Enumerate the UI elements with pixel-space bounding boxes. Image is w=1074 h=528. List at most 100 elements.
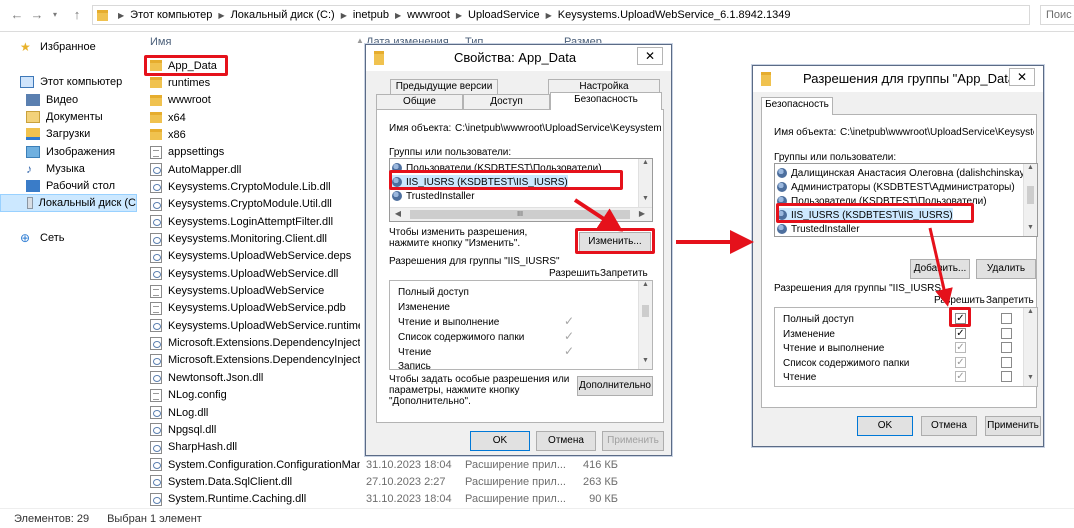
allow-header: Разрешить bbox=[549, 268, 600, 279]
nav-local-disk[interactable]: Локальный диск (C bbox=[0, 194, 137, 212]
nav-music[interactable]: ♪ Музыка bbox=[0, 160, 137, 178]
scroll-thumb[interactable] bbox=[1027, 186, 1034, 204]
file-row[interactable]: appsettings bbox=[150, 144, 360, 161]
nav-favorites[interactable]: ★ Избранное bbox=[0, 38, 137, 56]
breadcrumb-wwwroot[interactable]: wwwroot bbox=[407, 9, 450, 21]
file-row[interactable]: x86 bbox=[150, 126, 360, 143]
ok-button[interactable]: OK bbox=[470, 431, 530, 451]
file-name: Keysystems.UploadWebService.deps bbox=[168, 250, 352, 263]
search-input[interactable]: Поис bbox=[1040, 5, 1074, 25]
column-name[interactable]: Имя bbox=[150, 36, 171, 48]
nav-images[interactable]: Изображения bbox=[0, 143, 137, 161]
nav-video[interactable]: Видео bbox=[0, 91, 137, 109]
file-row[interactable]: Keysystems.UploadWebService.pdb bbox=[150, 300, 360, 317]
file-row[interactable]: System.Configuration.ConfigurationMan... bbox=[150, 456, 360, 473]
groups-listbox[interactable]: Далищинская Анастасия Олеговна (dalishch… bbox=[774, 163, 1038, 237]
chevron-right-icon: ▶ bbox=[455, 10, 463, 20]
address-bar[interactable]: ▶ Этот компьютер ▶ Локальный диск (C:) ▶… bbox=[92, 5, 1030, 25]
tab-security[interactable]: Безопасность bbox=[550, 92, 662, 110]
file-row[interactable]: Keysystems.UploadWebService.runtimec... bbox=[150, 317, 360, 334]
file-row[interactable]: Keysystems.LoginAttemptFilter.dll bbox=[150, 213, 360, 230]
deny-list-folder-checkbox[interactable] bbox=[1001, 357, 1012, 368]
tab-previous-versions[interactable]: Предыдущие версии bbox=[390, 79, 498, 95]
advanced-button[interactable]: Дополнительно bbox=[577, 376, 653, 396]
deny-full-access-checkbox[interactable] bbox=[1001, 313, 1012, 324]
add-button[interactable]: Добавить... bbox=[910, 259, 970, 279]
file-row[interactable]: Microsoft.Extensions.DependencyInjectio.… bbox=[150, 335, 360, 352]
scroll-down-icon[interactable]: ▼ bbox=[1024, 374, 1037, 386]
cancel-button[interactable]: Отмена bbox=[536, 431, 596, 451]
breadcrumb-inetpub[interactable]: inetpub bbox=[353, 9, 389, 21]
close-button[interactable]: ✕ bbox=[1009, 68, 1035, 86]
vertical-scrollbar[interactable]: ▲ ▼ bbox=[1023, 164, 1037, 236]
tab-general[interactable]: Общие bbox=[376, 94, 463, 110]
scroll-left-icon[interactable]: ◀ bbox=[392, 209, 404, 218]
recent-chevron-icon[interactable]: ▾ bbox=[46, 6, 64, 24]
deny-read-checkbox[interactable] bbox=[1001, 371, 1012, 382]
nav-downloads[interactable]: Загрузки bbox=[0, 125, 137, 143]
vertical-scrollbar[interactable]: ▲ ▼ bbox=[1023, 308, 1037, 386]
ok-button[interactable]: OK bbox=[857, 416, 913, 436]
breadcrumb-current-folder[interactable]: Keysystems.UploadWebService_6.1.8942.134… bbox=[558, 9, 791, 21]
file-row[interactable]: Npgsql.dll bbox=[150, 421, 360, 438]
file-row[interactable]: Microsoft.Extensions.DependencyInjectio.… bbox=[150, 352, 360, 369]
nav-desktop[interactable]: Рабочий стол bbox=[0, 177, 137, 195]
list-item-user[interactable]: Далищинская Анастасия Олеговна (dalishch… bbox=[777, 166, 1037, 180]
list-item-trustedinstaller[interactable]: TrustedInstaller bbox=[392, 189, 475, 203]
file-row[interactable]: AutoMapper.dll bbox=[150, 161, 360, 178]
scroll-up-icon[interactable]: ▲ bbox=[1024, 164, 1037, 176]
deny-modify-checkbox[interactable] bbox=[1001, 328, 1012, 339]
scroll-down-icon[interactable]: ▼ bbox=[639, 357, 652, 369]
allow-list-folder-checkbox[interactable]: ✓ bbox=[955, 357, 966, 368]
allow-read-execute-checkbox[interactable]: ✓ bbox=[955, 342, 966, 353]
vertical-scrollbar[interactable]: ▲ ▼ bbox=[638, 159, 652, 207]
file-row[interactable]: runtimes bbox=[150, 74, 360, 91]
scroll-down-icon[interactable]: ▼ bbox=[639, 195, 652, 207]
allow-modify-checkbox[interactable]: ✓ bbox=[955, 328, 966, 339]
scroll-thumb[interactable] bbox=[642, 305, 649, 317]
file-row[interactable]: Keysystems.UploadWebService.dll bbox=[150, 265, 360, 282]
breadcrumb-local-disk[interactable]: Локальный диск (C:) bbox=[231, 9, 335, 21]
list-item-admins[interactable]: Администраторы (KSDBTEST\Администраторы) bbox=[777, 180, 1015, 194]
vertical-scrollbar[interactable]: ▲ ▼ bbox=[638, 281, 652, 369]
scroll-up-icon[interactable]: ▲ bbox=[639, 281, 652, 293]
horizontal-scrollbar[interactable]: ◀ III ▶ bbox=[390, 207, 652, 221]
file-row[interactable]: NLog.dll bbox=[150, 404, 360, 421]
cancel-button[interactable]: Отмена bbox=[921, 416, 977, 436]
deny-read-execute-checkbox[interactable] bbox=[1001, 342, 1012, 353]
up-arrow-icon[interactable]: ↑ bbox=[68, 6, 86, 24]
forward-arrow-icon[interactable]: → bbox=[28, 6, 46, 24]
apply-button[interactable]: Применить bbox=[602, 431, 664, 451]
allow-read-checkbox[interactable]: ✓ bbox=[955, 371, 966, 382]
nav-documents[interactable]: Документы bbox=[0, 108, 137, 126]
tab-security[interactable]: Безопасность bbox=[761, 97, 833, 115]
file-row[interactable]: System.Runtime.Caching.dll bbox=[150, 491, 360, 508]
apply-button[interactable]: Применить bbox=[985, 416, 1041, 436]
groups-listbox[interactable]: Пользователи (KSDBTEST\Пользователи) IIS… bbox=[389, 158, 653, 222]
file-row[interactable]: Keysystems.UploadWebService.deps bbox=[150, 248, 360, 265]
nav-this-pc[interactable]: Этот компьютер bbox=[0, 73, 137, 91]
nav-network[interactable]: ⊕ Сеть bbox=[0, 229, 137, 247]
file-row[interactable]: Keysystems.Monitoring.Client.dll bbox=[150, 231, 360, 248]
scroll-up-icon[interactable]: ▲ bbox=[639, 159, 652, 171]
scroll-down-icon[interactable]: ▼ bbox=[1024, 224, 1037, 236]
breadcrumb-this-pc[interactable]: Этот компьютер bbox=[130, 9, 212, 21]
remove-button[interactable]: Удалить bbox=[976, 259, 1036, 279]
scroll-right-icon[interactable]: ▶ bbox=[636, 209, 648, 218]
file-row[interactable]: wwwroot bbox=[150, 92, 360, 109]
tab-sharing[interactable]: Доступ bbox=[463, 94, 550, 110]
file-row[interactable]: x64 bbox=[150, 109, 360, 126]
file-row[interactable]: Keysystems.UploadWebService bbox=[150, 283, 360, 300]
file-row[interactable]: NLog.config bbox=[150, 387, 360, 404]
list-item-trustedinstaller[interactable]: TrustedInstaller bbox=[777, 222, 860, 236]
breadcrumb-uploadservice[interactable]: UploadService bbox=[468, 9, 540, 21]
back-arrow-icon[interactable]: ← bbox=[8, 6, 26, 24]
close-button[interactable]: ✕ bbox=[637, 47, 663, 65]
scroll-up-icon[interactable]: ▲ bbox=[1024, 308, 1037, 320]
file-row[interactable]: SharpHash.dll bbox=[150, 439, 360, 456]
file-row[interactable]: Keysystems.CryptoModule.Lib.dll bbox=[150, 178, 360, 195]
scroll-thumb[interactable]: III bbox=[410, 210, 630, 219]
file-row[interactable]: Keysystems.CryptoModule.Util.dll bbox=[150, 196, 360, 213]
file-row[interactable]: Newtonsoft.Json.dll bbox=[150, 369, 360, 386]
file-row[interactable]: System.Data.SqlClient.dll bbox=[150, 473, 360, 490]
